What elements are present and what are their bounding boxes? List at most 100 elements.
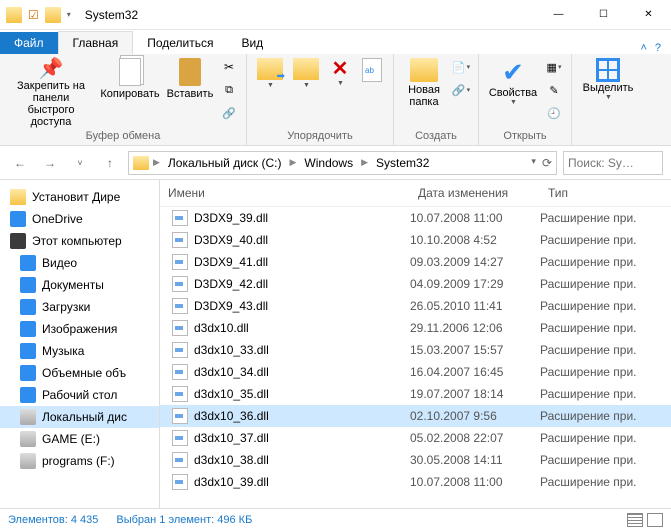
file-row[interactable]: d3dx10_36.dll02.10.2007 9:56Расширение п… [160,405,671,427]
file-date: 05.02.2008 22:07 [410,431,540,445]
pin-quickaccess-button[interactable]: 📌 Закрепить на панели быстрого доступа [6,56,96,130]
sidebar-item[interactable]: Установит Дире [0,186,159,208]
breadcrumb[interactable]: System32 [372,156,433,170]
qat-checkbox-icon[interactable]: ☑ [28,8,39,22]
properties-button[interactable]: ✔ Свойства ▼ [485,56,541,108]
address-dropdown-icon[interactable]: ▾ [531,156,536,170]
file-row[interactable]: d3dx10.dll29.11.2006 12:06Расширение при… [160,317,671,339]
music-icon [20,343,36,359]
breadcrumb[interactable]: Локальный диск (C:) [164,156,286,170]
file-row[interactable]: d3dx10_39.dll10.07.2008 11:00Расширение … [160,471,671,493]
dll-file-icon [172,386,188,402]
sidebar-item[interactable]: OneDrive [0,208,159,230]
file-name: D3DX9_39.dll [194,211,268,225]
sidebar-item[interactable]: Этот компьютер [0,230,159,252]
sidebar-item[interactable]: programs (F:) [0,450,159,472]
sidebar-item[interactable]: Музыка [0,340,159,362]
rename-button[interactable]: ab [357,56,387,84]
img-icon [20,321,36,337]
disk-icon [20,453,36,469]
dll-file-icon [172,430,188,446]
close-button[interactable]: ✕ [626,0,671,30]
copypath-button[interactable]: ⧉ [218,79,240,101]
up-button[interactable]: ↑ [98,151,122,175]
column-header-date[interactable]: Дата изменения [410,180,540,206]
easy-access-button[interactable]: 🔗▾ [450,79,472,101]
moveto-button[interactable]: ➡ ▼ [253,56,287,92]
maximize-button[interactable]: ☐ [581,0,626,30]
dll-file-icon [172,210,188,226]
qat-dropdown-icon[interactable]: ▾ [67,10,71,19]
folder-icon [10,189,26,205]
refresh-button[interactable]: ⟳ [542,156,552,170]
chevron-right-icon[interactable]: ▶ [151,157,162,168]
file-name: d3dx10.dll [194,321,249,335]
titlebar: ☑ ▾ System32 — ☐ ✕ [0,0,671,30]
dll-file-icon [172,320,188,336]
file-rows[interactable]: D3DX9_39.dll 10.07.2008 11:00 Расширение п… [160,207,671,508]
file-row[interactable]: d3dx10_38.dll30.05.2008 14:11Расширение … [160,449,671,471]
sidebar-item[interactable]: Документы [0,274,159,296]
sidebar-item[interactable]: GAME (E:) [0,428,159,450]
chevron-right-icon[interactable]: ▶ [287,157,298,168]
tab-file[interactable]: Файл [0,32,58,54]
file-row[interactable]: D3DX9_39.dll10.07.2008 11:00Расширение п… [160,207,671,229]
paste-shortcut-button[interactable]: 🔗 [218,102,240,124]
paste-button[interactable]: Вставить [164,56,216,102]
sidebar-item[interactable]: Локальный дис [0,406,159,428]
pc-icon [10,233,26,249]
chevron-down-icon: ▼ [605,94,612,102]
sidebar-item[interactable]: Рабочий стол [0,384,159,406]
tab-share[interactable]: Поделиться [133,32,227,54]
file-row[interactable]: d3dx10_37.dll05.02.2008 22:07Расширение … [160,427,671,449]
new-item-icon: 📄 [452,61,466,74]
address-bar[interactable]: ▶ Локальный диск (C:) ▶ Windows ▶ System… [128,151,557,175]
navigation-pane[interactable]: Установит Дире OneDriveЭтот компьютерВиде… [0,180,160,508]
file-row[interactable]: d3dx10_33.dll15.03.2007 15:57Расширение … [160,339,671,361]
file-date: 26.05.2010 11:41 [410,299,540,313]
file-row[interactable]: D3DX9_40.dll10.10.2008 4:52Расширение пр… [160,229,671,251]
column-header-type[interactable]: Тип [540,180,671,206]
breadcrumb[interactable]: Windows [300,156,357,170]
file-row[interactable]: D3DX9_42.dll04.09.2009 17:29Расширение п… [160,273,671,295]
edit-button[interactable]: ✎ [543,79,565,101]
back-button[interactable]: ← [8,151,32,175]
cut-button[interactable]: ✂ [218,56,240,78]
open-button[interactable]: ▦▾ [543,56,565,78]
file-row[interactable]: d3dx10_34.dll16.04.2007 16:45Расширение … [160,361,671,383]
recent-locations-button[interactable]: ˅ [68,151,92,175]
large-icons-view-icon[interactable] [647,513,663,527]
dll-file-icon [172,276,188,292]
copy-button[interactable]: Копировать [98,56,162,102]
tab-view[interactable]: Вид [227,32,277,54]
new-folder-button[interactable]: Новая папка [400,56,448,110]
file-type: Расширение при. [540,453,671,467]
file-date: 10.07.2008 11:00 [410,211,540,225]
sidebar-item[interactable]: Объемные объ [0,362,159,384]
file-type: Расширение при. [540,475,671,489]
details-view-icon[interactable] [627,513,643,527]
qat-folder-icon[interactable] [45,7,61,23]
sidebar-item[interactable]: Загрузки [0,296,159,318]
chevron-right-icon[interactable]: ▶ [359,157,370,168]
tab-home[interactable]: Главная [58,31,134,54]
file-row[interactable]: d3dx10_35.dll19.07.2007 18:14Расширение … [160,383,671,405]
select-button[interactable]: Выделить ▼ [578,56,638,104]
file-row[interactable]: D3DX9_41.dll09.03.2009 14:27Расширение п… [160,251,671,273]
new-item-button[interactable]: 📄▾ [450,56,472,78]
copyto-button[interactable]: ▼ [289,56,323,92]
history-button[interactable]: 🕘 [543,102,565,124]
forward-button[interactable]: → [38,151,62,175]
disk-icon [20,409,36,425]
sidebar-item[interactable]: Изображения [0,318,159,340]
minimize-button[interactable]: — [536,0,581,30]
column-header-name[interactable]: Имени [160,180,410,206]
help-icon[interactable]: ? [655,42,661,54]
file-row[interactable]: D3DX9_43.dll26.05.2010 11:41Расширение п… [160,295,671,317]
collapse-ribbon-icon[interactable]: ˄ [640,42,646,54]
sidebar-item-label: Установит Дире [32,190,120,204]
open-icon: ▦ [547,61,557,74]
search-input[interactable] [563,151,663,175]
sidebar-item[interactable]: Видео [0,252,159,274]
delete-button[interactable]: ✕ ▼ [325,56,355,90]
